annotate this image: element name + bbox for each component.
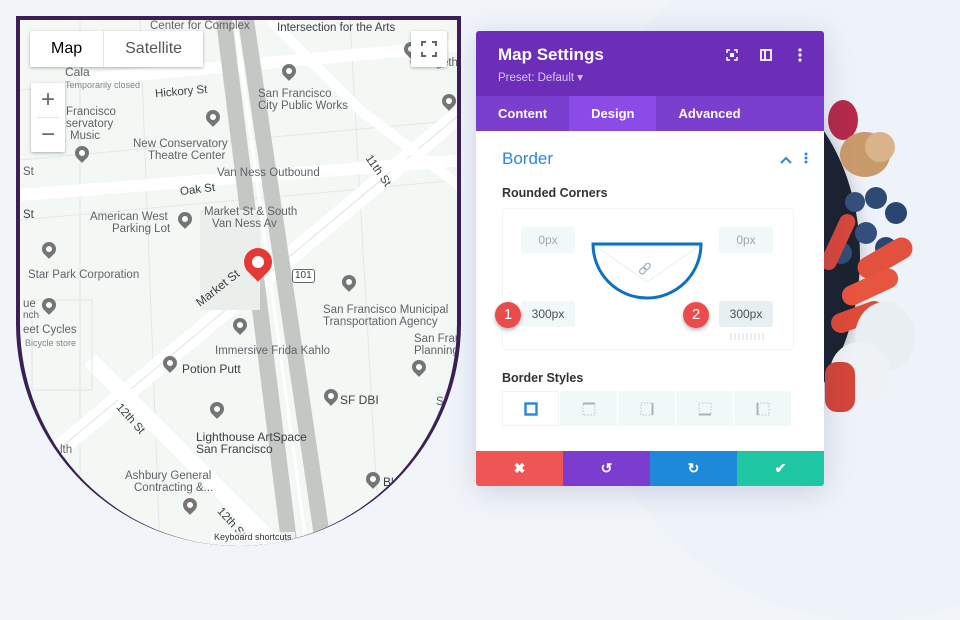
map-label: Cala (65, 65, 90, 79)
border-right-icon (640, 402, 653, 415)
zoom-out-button[interactable]: − (31, 118, 65, 152)
zoom-control: + − (31, 83, 65, 152)
rounded-corners-label: Rounded Corners (502, 186, 608, 200)
map-type-map-button[interactable]: Map (30, 31, 103, 67)
border-all-icon (523, 401, 538, 416)
zoom-in-button[interactable]: + (31, 83, 65, 117)
map-label: Theatre Center (148, 150, 226, 162)
map-label: Ashbury General (125, 470, 212, 482)
map-label: New Conservatory (133, 138, 228, 150)
map-label: servatory (66, 118, 114, 130)
map-type-satellite-button[interactable]: Satellite (103, 31, 203, 67)
collapse-chevron-icon[interactable] (780, 151, 792, 169)
map-label: Contracting &... (134, 482, 214, 494)
map-type-control: Map Satellite (30, 31, 204, 67)
map-label: Potion Putt (182, 362, 241, 376)
focus-icon[interactable] (724, 47, 740, 63)
tab-content[interactable]: Content (476, 96, 569, 131)
map-label: Transportation Agency (323, 316, 438, 328)
map-roads (20, 20, 457, 546)
redo-button[interactable]: ↻ (650, 451, 737, 486)
map-label: Temporarily closed (65, 80, 141, 90)
keyboard-shortcuts-link[interactable]: Keyboard shortcuts (211, 532, 295, 542)
preset-dropdown[interactable]: Preset: Default ▾ (498, 70, 583, 84)
map-label: Intersection for the Arts (277, 22, 396, 34)
panel-header: Map Settings Preset: Default ▾ (476, 31, 824, 96)
map-label: Francisco (66, 106, 116, 118)
border-style-left[interactable] (734, 391, 791, 426)
map-settings-panel: Map Settings Preset: Default ▾ Content D… (476, 31, 824, 486)
check-icon: ✔ (774, 460, 787, 476)
fullscreen-icon (421, 41, 437, 57)
map-label: San Francisco (258, 88, 332, 100)
border-style-right[interactable] (618, 391, 675, 426)
map-label: Bicycle store (25, 338, 77, 348)
map-label: SF DBI (340, 393, 379, 407)
fullscreen-button[interactable] (411, 31, 447, 67)
top-left-radius-input[interactable]: 0px (521, 227, 575, 253)
section-title[interactable]: Border (502, 149, 553, 169)
save-button[interactable]: ✔ (737, 451, 824, 486)
map-label: Blu (383, 475, 401, 489)
map-label: eet Cycles (23, 324, 77, 336)
close-icon: ✖ (513, 460, 526, 476)
map-label: nch (23, 310, 40, 321)
map-label: Music (70, 130, 101, 142)
rounded-corners-control: 0px 0px 300px 300px (502, 208, 794, 350)
undo-icon: ↺ (600, 460, 613, 476)
panel-title: Map Settings (498, 45, 604, 64)
corner-preview (591, 242, 703, 300)
map-label: San Francis (414, 333, 461, 345)
panel-footer: ✖ ↺ ↻ ✔ (476, 451, 824, 486)
map-label: lth (60, 444, 73, 456)
map-label: St (23, 209, 34, 221)
map-label: St (23, 166, 34, 178)
highway-shield: 101 (292, 269, 315, 283)
more-options-icon[interactable] (792, 47, 808, 63)
link-icon (638, 262, 651, 275)
border-styles-label: Border Styles (502, 371, 584, 385)
map-label: Star Park Corporation (28, 269, 140, 281)
step-badge-1: 1 (495, 302, 521, 328)
bottom-left-radius-input[interactable]: 300px (521, 301, 575, 327)
map-label: San Francisco (196, 442, 273, 456)
border-top-icon (582, 402, 595, 415)
step-badge-2: 2 (683, 302, 709, 328)
map-label: San Francisco Municipal (323, 304, 449, 316)
map-label: Planning De (414, 345, 459, 357)
bottom-right-radius-input[interactable]: 300px (719, 301, 773, 327)
redo-icon: ↻ (687, 460, 700, 476)
section-options-icon[interactable] (804, 151, 808, 169)
border-style-top[interactable] (560, 391, 617, 426)
border-style-all[interactable] (502, 391, 559, 426)
map-label: Van Ness Av (212, 218, 277, 230)
border-left-icon (756, 402, 769, 415)
border-styles-selector (502, 391, 792, 426)
map-label: Parking Lot (112, 223, 171, 235)
map-label: American West (90, 211, 168, 223)
map-label: Van Ness Outbound (217, 167, 320, 179)
border-style-bottom[interactable] (676, 391, 733, 426)
cancel-button[interactable]: ✖ (476, 451, 563, 486)
map-label: Market St & South (204, 206, 298, 218)
tab-design[interactable]: Design (569, 96, 657, 131)
map-label: S (436, 396, 444, 408)
map-label: Immersive Frida Kahlo (215, 345, 331, 357)
top-right-radius-input[interactable]: 0px (719, 227, 773, 253)
panel-tabs: Content Design Advanced (476, 96, 824, 131)
map-label: City Public Works (258, 100, 348, 112)
border-bottom-icon (698, 402, 711, 415)
tab-advanced[interactable]: Advanced (656, 96, 762, 131)
undo-button[interactable]: ↺ (563, 451, 650, 486)
range-ticks[interactable] (729, 333, 769, 341)
map-label: ue (23, 298, 36, 310)
map-embed[interactable]: Center for Complex Intersection for the … (16, 16, 461, 546)
panel-body: Border Rounded Corners 0px 0px 300px 300… (476, 131, 824, 451)
split-view-icon[interactable] (758, 47, 774, 63)
